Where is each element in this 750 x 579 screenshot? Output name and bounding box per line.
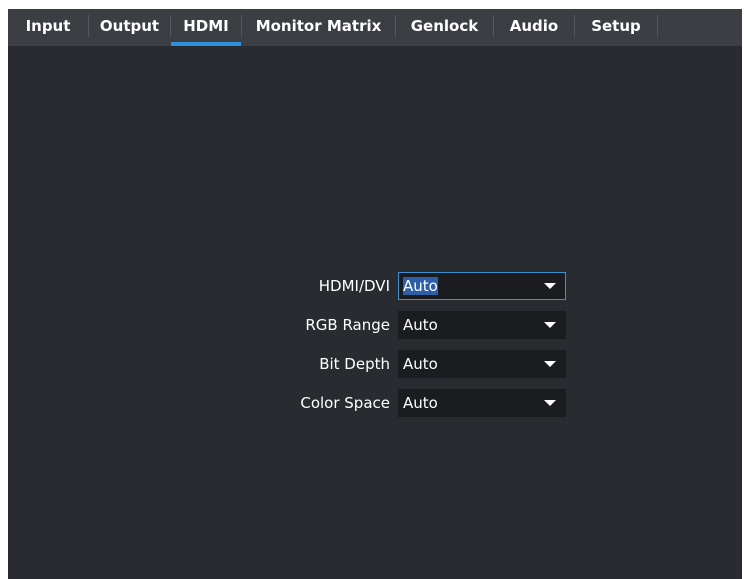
bit-depth-row: Bit Depth Auto [8,350,742,378]
color-space-label: Color Space [300,394,390,412]
tab-label: Monitor Matrix [255,16,382,35]
tab-label: Genlock [410,16,479,35]
caret-down-icon [544,361,556,367]
tab-label: Input [25,16,71,35]
rgb-range-row: RGB Range Auto [8,311,742,339]
tab-label: Output [99,16,160,35]
tab-divider [657,14,658,37]
caret-down-icon [544,400,556,406]
tab-output[interactable]: Output [89,9,170,46]
rgb-range-select[interactable]: Auto [398,311,566,339]
tab-label: Audio [509,16,559,35]
tab-label: HDMI [183,16,229,35]
tab-monitor-matrix[interactable]: Monitor Matrix [242,9,395,46]
tab-input[interactable]: Input [8,9,88,46]
bit-depth-select[interactable]: Auto [398,350,566,378]
tab-setup[interactable]: Setup [575,9,657,46]
tab-hdmi[interactable]: HDMI [171,9,241,46]
bit-depth-label: Bit Depth [319,355,390,373]
hdmi-dvi-label: HDMI/DVI [318,277,390,295]
tab-genlock[interactable]: Genlock [396,9,493,46]
tab-bar: Input Output HDMI Monitor Matrix Genlock… [8,9,742,46]
color-space-row: Color Space Auto [8,389,742,417]
hdmi-dvi-select[interactable]: Auto [398,272,566,300]
rgb-range-value: Auto [403,316,438,334]
color-space-select[interactable]: Auto [398,389,566,417]
rgb-range-label: RGB Range [305,316,390,334]
caret-down-icon [544,283,556,289]
hdmi-dvi-value-text: Auto [403,277,438,295]
tab-audio[interactable]: Audio [494,9,574,46]
bit-depth-value: Auto [403,355,438,373]
hdmi-dvi-row: HDMI/DVI Auto [8,272,742,300]
hdmi-dvi-value: Auto [403,272,438,300]
caret-down-icon [544,322,556,328]
app-window: Input Output HDMI Monitor Matrix Genlock… [8,9,742,579]
tab-label: Setup [591,16,641,35]
color-space-value: Auto [403,394,438,412]
